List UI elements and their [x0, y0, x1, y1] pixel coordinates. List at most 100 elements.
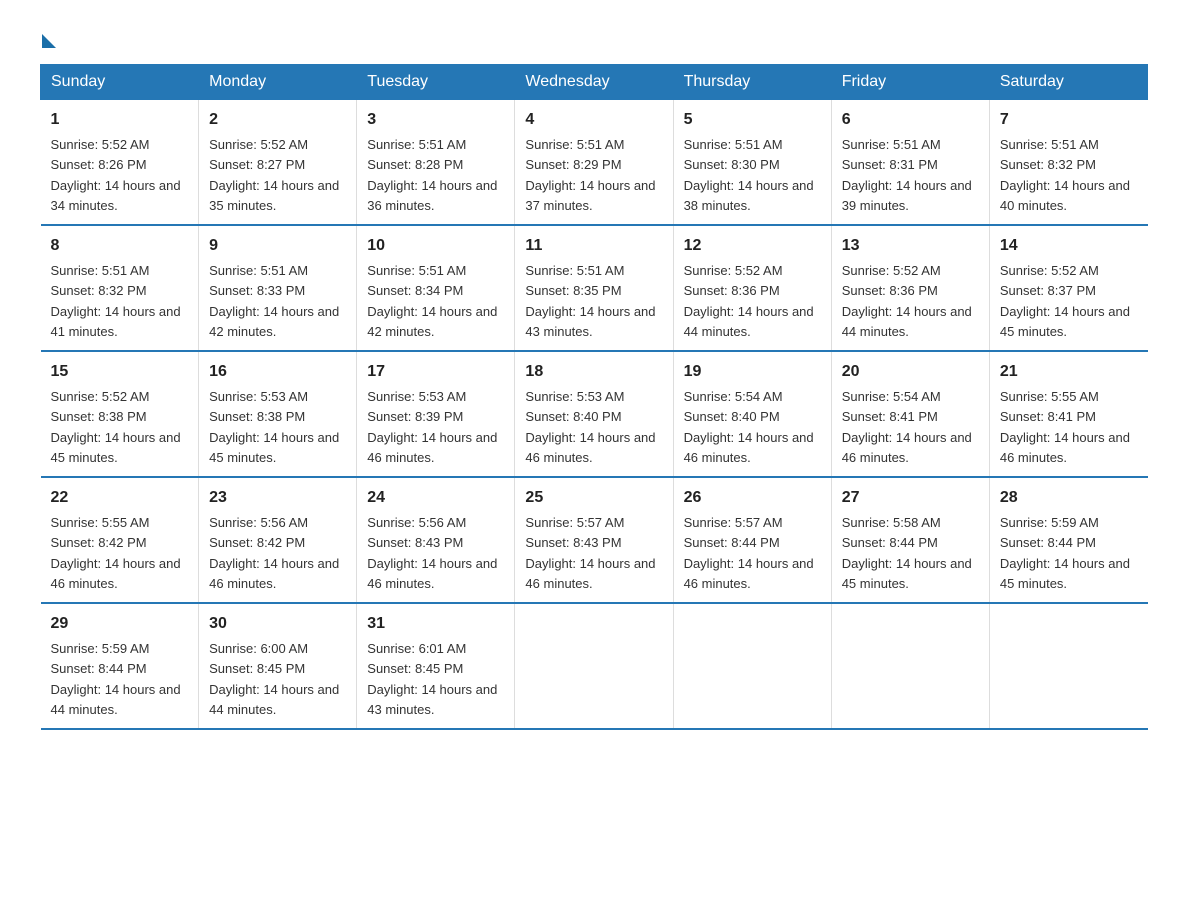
day-info: Sunrise: 5:51 AMSunset: 8:35 PMDaylight:… [525, 263, 655, 339]
day-info: Sunrise: 5:51 AMSunset: 8:34 PMDaylight:… [367, 263, 497, 339]
calendar-cell: 14 Sunrise: 5:52 AMSunset: 8:37 PMDayligh… [989, 225, 1147, 351]
header-sunday: Sunday [41, 65, 199, 100]
day-number: 13 [842, 234, 979, 258]
day-number: 2 [209, 108, 346, 132]
day-info: Sunrise: 5:54 AMSunset: 8:41 PMDaylight:… [842, 389, 972, 465]
day-info: Sunrise: 5:59 AMSunset: 8:44 PMDaylight:… [1000, 515, 1130, 591]
header-saturday: Saturday [989, 65, 1147, 100]
day-info: Sunrise: 5:56 AMSunset: 8:42 PMDaylight:… [209, 515, 339, 591]
calendar-cell: 17 Sunrise: 5:53 AMSunset: 8:39 PMDayligh… [357, 351, 515, 477]
calendar-cell: 6 Sunrise: 5:51 AMSunset: 8:31 PMDaylight… [831, 100, 989, 226]
day-number: 1 [51, 108, 189, 132]
calendar-cell: 30Sunrise: 6:00 AMSunset: 8:45 PMDayligh… [199, 603, 357, 729]
day-info: Sunrise: 5:51 AMSunset: 8:32 PMDaylight:… [1000, 137, 1130, 213]
day-info: Sunrise: 5:51 AMSunset: 8:31 PMDaylight:… [842, 137, 972, 213]
day-info: Sunrise: 5:52 AMSunset: 8:27 PMDaylight:… [209, 137, 339, 213]
day-number: 14 [1000, 234, 1138, 258]
calendar-cell: 4 Sunrise: 5:51 AMSunset: 8:29 PMDaylight… [515, 100, 673, 226]
day-info: Sunrise: 5:59 AMSunset: 8:44 PMDaylight:… [51, 641, 181, 717]
day-info: Sunrise: 5:52 AMSunset: 8:38 PMDaylight:… [51, 389, 181, 465]
calendar-cell: 27Sunrise: 5:58 AMSunset: 8:44 PMDayligh… [831, 477, 989, 603]
calendar-cell: 7 Sunrise: 5:51 AMSunset: 8:32 PMDaylight… [989, 100, 1147, 226]
day-info: Sunrise: 5:53 AMSunset: 8:40 PMDaylight:… [525, 389, 655, 465]
day-number: 31 [367, 612, 504, 636]
calendar-cell: 29 Sunrise: 5:59 AMSunset: 8:44 PMDayligh… [41, 603, 199, 729]
day-info: Sunrise: 5:58 AMSunset: 8:44 PMDaylight:… [842, 515, 972, 591]
calendar-table: SundayMondayTuesdayWednesdayThursdayFrid… [40, 64, 1148, 730]
calendar-cell: 20 Sunrise: 5:54 AMSunset: 8:41 PMDayligh… [831, 351, 989, 477]
calendar-header-row: SundayMondayTuesdayWednesdayThursdayFrid… [41, 65, 1148, 100]
calendar-cell: 26 Sunrise: 5:57 AMSunset: 8:44 PMDayligh… [673, 477, 831, 603]
header-friday: Friday [831, 65, 989, 100]
day-number: 4 [525, 108, 662, 132]
calendar-cell: 18 Sunrise: 5:53 AMSunset: 8:40 PMDayligh… [515, 351, 673, 477]
day-number: 8 [51, 234, 189, 258]
day-number: 18 [525, 360, 662, 384]
day-number: 11 [525, 234, 662, 258]
calendar-cell: 13Sunrise: 5:52 AMSunset: 8:36 PMDayligh… [831, 225, 989, 351]
calendar-cell: 31 Sunrise: 6:01 AMSunset: 8:45 PMDayligh… [357, 603, 515, 729]
day-number: 3 [367, 108, 504, 132]
day-number: 29 [51, 612, 189, 636]
logo [40, 30, 56, 44]
day-info: Sunrise: 5:56 AMSunset: 8:43 PMDaylight:… [367, 515, 497, 591]
header-thursday: Thursday [673, 65, 831, 100]
day-info: Sunrise: 5:53 AMSunset: 8:38 PMDaylight:… [209, 389, 339, 465]
calendar-cell: 15 Sunrise: 5:52 AMSunset: 8:38 PMDayligh… [41, 351, 199, 477]
day-info: Sunrise: 5:57 AMSunset: 8:43 PMDaylight:… [525, 515, 655, 591]
day-number: 30 [209, 612, 346, 636]
day-info: Sunrise: 5:52 AMSunset: 8:36 PMDaylight:… [684, 263, 814, 339]
calendar-week-row: 22 Sunrise: 5:55 AMSunset: 8:42 PMDayligh… [41, 477, 1148, 603]
day-number: 10 [367, 234, 504, 258]
day-info: Sunrise: 6:01 AMSunset: 8:45 PMDaylight:… [367, 641, 497, 717]
day-number: 25 [525, 486, 662, 510]
calendar-cell: 11 Sunrise: 5:51 AMSunset: 8:35 PMDayligh… [515, 225, 673, 351]
day-number: 12 [684, 234, 821, 258]
day-number: 7 [1000, 108, 1138, 132]
day-number: 16 [209, 360, 346, 384]
day-info: Sunrise: 5:51 AMSunset: 8:30 PMDaylight:… [684, 137, 814, 213]
calendar-cell: 10 Sunrise: 5:51 AMSunset: 8:34 PMDayligh… [357, 225, 515, 351]
day-info: Sunrise: 5:51 AMSunset: 8:29 PMDaylight:… [525, 137, 655, 213]
day-number: 5 [684, 108, 821, 132]
day-number: 19 [684, 360, 821, 384]
calendar-week-row: 29 Sunrise: 5:59 AMSunset: 8:44 PMDayligh… [41, 603, 1148, 729]
calendar-cell: 12 Sunrise: 5:52 AMSunset: 8:36 PMDayligh… [673, 225, 831, 351]
day-number: 6 [842, 108, 979, 132]
day-info: Sunrise: 5:51 AMSunset: 8:28 PMDaylight:… [367, 137, 497, 213]
day-info: Sunrise: 5:52 AMSunset: 8:37 PMDaylight:… [1000, 263, 1130, 339]
day-info: Sunrise: 5:53 AMSunset: 8:39 PMDaylight:… [367, 389, 497, 465]
calendar-cell [673, 603, 831, 729]
day-number: 26 [684, 486, 821, 510]
day-number: 24 [367, 486, 504, 510]
header-monday: Monday [199, 65, 357, 100]
day-number: 9 [209, 234, 346, 258]
calendar-cell: 16 Sunrise: 5:53 AMSunset: 8:38 PMDayligh… [199, 351, 357, 477]
calendar-cell: 23 Sunrise: 5:56 AMSunset: 8:42 PMDayligh… [199, 477, 357, 603]
day-number: 20 [842, 360, 979, 384]
day-info: Sunrise: 5:57 AMSunset: 8:44 PMDaylight:… [684, 515, 814, 591]
day-info: Sunrise: 5:54 AMSunset: 8:40 PMDaylight:… [684, 389, 814, 465]
day-number: 21 [1000, 360, 1138, 384]
calendar-cell [515, 603, 673, 729]
calendar-cell: 2 Sunrise: 5:52 AMSunset: 8:27 PMDaylight… [199, 100, 357, 226]
calendar-cell: 22 Sunrise: 5:55 AMSunset: 8:42 PMDayligh… [41, 477, 199, 603]
calendar-cell: 5 Sunrise: 5:51 AMSunset: 8:30 PMDaylight… [673, 100, 831, 226]
day-info: Sunrise: 5:51 AMSunset: 8:33 PMDaylight:… [209, 263, 339, 339]
calendar-cell: 3 Sunrise: 5:51 AMSunset: 8:28 PMDaylight… [357, 100, 515, 226]
day-number: 22 [51, 486, 189, 510]
day-number: 15 [51, 360, 189, 384]
calendar-cell [831, 603, 989, 729]
day-info: Sunrise: 5:55 AMSunset: 8:42 PMDaylight:… [51, 515, 181, 591]
calendar-cell: 1 Sunrise: 5:52 AMSunset: 8:26 PMDaylight… [41, 100, 199, 226]
calendar-cell: 21Sunrise: 5:55 AMSunset: 8:41 PMDayligh… [989, 351, 1147, 477]
calendar-cell: 9 Sunrise: 5:51 AMSunset: 8:33 PMDaylight… [199, 225, 357, 351]
calendar-cell [989, 603, 1147, 729]
day-number: 17 [367, 360, 504, 384]
header-wednesday: Wednesday [515, 65, 673, 100]
calendar-week-row: 1 Sunrise: 5:52 AMSunset: 8:26 PMDaylight… [41, 100, 1148, 226]
calendar-cell: 28Sunrise: 5:59 AMSunset: 8:44 PMDayligh… [989, 477, 1147, 603]
page-header [40, 30, 1148, 44]
day-number: 23 [209, 486, 346, 510]
day-info: Sunrise: 5:52 AMSunset: 8:26 PMDaylight:… [51, 137, 181, 213]
